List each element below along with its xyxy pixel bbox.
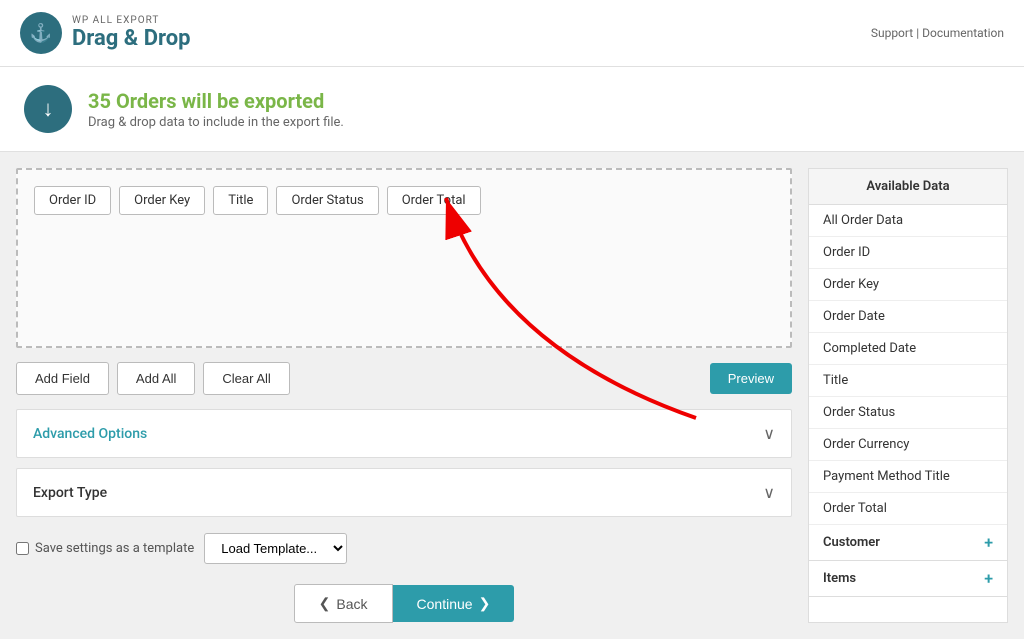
- advanced-options-label: Advanced Options: [33, 426, 147, 442]
- app-name-prefix: WP ALL EXPORT: [72, 15, 191, 26]
- banner-text: 35 Orders will be exported Drag & drop d…: [88, 89, 344, 130]
- documentation-link[interactable]: Documentation: [922, 26, 1004, 40]
- plus-icon: +: [984, 569, 993, 588]
- save-template-label[interactable]: Save settings as a template: [16, 541, 194, 556]
- available-data-item[interactable]: Order Status: [809, 397, 1007, 429]
- field-tag[interactable]: Order Status: [276, 186, 378, 215]
- export-type-label: Export Type: [33, 485, 107, 501]
- add-field-button[interactable]: Add Field: [16, 362, 109, 395]
- buttons-row: Add Field Add All Clear All Preview: [16, 362, 792, 395]
- continue-chevron: ❯: [479, 595, 491, 612]
- plus-icon: +: [984, 533, 993, 552]
- available-data-item[interactable]: Completed Date: [809, 333, 1007, 365]
- export-type-chevron: ∨: [763, 483, 775, 502]
- available-data-section[interactable]: Taxes & Shipping+: [809, 597, 1007, 605]
- load-template-dropdown[interactable]: Load Template...: [204, 533, 347, 564]
- left-panel: Order ID Order Key Title Order Status Order …: [16, 168, 792, 623]
- banner-icon: ↓: [24, 85, 72, 133]
- available-data-scrollable[interactable]: All Order DataOrder IDOrder KeyOrder Dat…: [809, 205, 1007, 605]
- header-links: Support | Documentation: [871, 26, 1004, 40]
- advanced-options-section[interactable]: Advanced Options ∨: [16, 409, 792, 458]
- banner-subtitle: Drag & drop data to include in the expor…: [88, 115, 344, 130]
- drag-drop-area[interactable]: Order ID Order Key Title Order Status Order …: [16, 168, 792, 348]
- available-data-item[interactable]: Payment Method Title: [809, 461, 1007, 493]
- available-data-item[interactable]: Order Currency: [809, 429, 1007, 461]
- available-data-item[interactable]: Title: [809, 365, 1007, 397]
- banner-title: 35 Orders will be exported: [88, 89, 344, 113]
- field-tag[interactable]: Order Total: [387, 186, 481, 215]
- nav-buttons: ❮ Back Continue ❯: [16, 584, 792, 623]
- support-link[interactable]: Support: [871, 26, 913, 40]
- available-data-list: All Order DataOrder IDOrder KeyOrder Dat…: [809, 205, 1007, 525]
- right-panel: Available Data All Order DataOrder IDOrd…: [808, 168, 1008, 623]
- available-data-title: Available Data: [809, 169, 1007, 205]
- field-tag[interactable]: Order ID: [34, 186, 111, 215]
- field-tags: Order ID Order Key Title Order Status Order …: [34, 186, 774, 215]
- available-data-item[interactable]: Order Date: [809, 301, 1007, 333]
- add-all-button[interactable]: Add All: [117, 362, 195, 395]
- logo-area: ⚓ WP ALL EXPORT Drag & Drop: [20, 12, 191, 54]
- available-data-item[interactable]: Order Total: [809, 493, 1007, 525]
- header-title-block: WP ALL EXPORT Drag & Drop: [72, 15, 191, 51]
- available-data-section[interactable]: Customer+: [809, 525, 1007, 561]
- save-row: Save settings as a template Load Templat…: [16, 533, 792, 564]
- export-type-section[interactable]: Export Type ∨: [16, 468, 792, 517]
- field-tag[interactable]: Order Key: [119, 186, 205, 215]
- back-chevron: ❮: [319, 595, 331, 612]
- advanced-options-chevron: ∨: [763, 424, 775, 443]
- export-banner: ↓ 35 Orders will be exported Drag & drop…: [0, 67, 1024, 152]
- save-template-checkbox[interactable]: [16, 542, 29, 555]
- preview-button[interactable]: Preview: [710, 363, 792, 394]
- main-layout: Order IDOrder KeyTitleOrder StatusOrder …: [0, 152, 1024, 639]
- available-data-section[interactable]: Items+: [809, 561, 1007, 597]
- continue-button[interactable]: Continue ❯: [393, 585, 515, 622]
- header: ⚓ WP ALL EXPORT Drag & Drop Support | Do…: [0, 0, 1024, 67]
- back-button[interactable]: ❮ Back: [294, 584, 393, 623]
- arrow-container: Order ID Order Key Title Order Status Order …: [16, 168, 792, 348]
- logo-icon: ⚓: [20, 12, 62, 54]
- available-data-item[interactable]: Order Key: [809, 269, 1007, 301]
- field-tag[interactable]: Title: [213, 186, 268, 215]
- clear-all-button[interactable]: Clear All: [203, 362, 289, 395]
- available-data-item[interactable]: Order ID: [809, 237, 1007, 269]
- app-name: Drag & Drop: [72, 26, 191, 51]
- available-data-item[interactable]: All Order Data: [809, 205, 1007, 237]
- left-buttons: Add Field Add All Clear All: [16, 362, 290, 395]
